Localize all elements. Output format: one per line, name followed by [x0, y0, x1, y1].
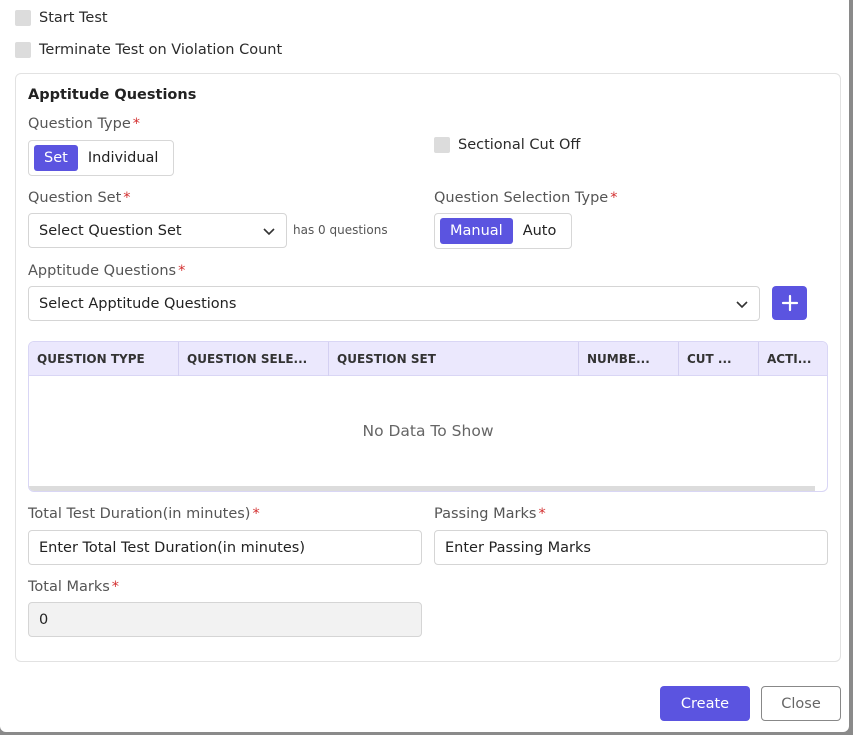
question-type-label: Question Type * — [28, 116, 140, 132]
column-header-action[interactable]: ACTI... — [759, 342, 827, 376]
question-type-toggle: Set Individual — [28, 140, 175, 176]
column-header-cut-off[interactable]: CUT ... — [679, 342, 759, 376]
plus-icon — [781, 294, 798, 312]
empty-table-message: No Data To Show — [362, 422, 494, 440]
selection-auto-option[interactable]: Auto — [513, 218, 567, 244]
create-button[interactable]: Create — [660, 686, 750, 721]
total-marks-value: 0 — [39, 611, 49, 628]
passing-marks-label: Passing Marks * — [434, 506, 546, 522]
terminate-test-option[interactable]: Terminate Test on Violation Count — [15, 42, 282, 58]
required-mark: * — [610, 190, 618, 206]
total-marks-label: Total Marks * — [28, 579, 119, 595]
required-mark: * — [132, 116, 141, 132]
questions-table: QUESTION TYPE QUESTION SELE... QUESTION … — [28, 341, 828, 492]
required-mark: * — [111, 579, 120, 595]
question-selection-type-label-text: Question Selection Type — [434, 190, 609, 206]
passing-marks-placeholder: Enter Passing Marks — [445, 539, 591, 556]
passing-marks-label-text: Passing Marks — [434, 506, 537, 522]
apptitude-questions-select[interactable]: Select Apptitude Questions — [28, 286, 760, 321]
sectional-cut-off-option[interactable]: Sectional Cut Off — [434, 137, 580, 153]
create-test-modal: Start Test Terminate Test on Violation C… — [0, 0, 849, 732]
selection-manual-option[interactable]: Manual — [440, 218, 513, 244]
question-set-value: Select Question Set — [39, 222, 182, 239]
question-selection-type-label: Question Selection Type * — [434, 190, 617, 206]
sectional-cut-off-label: Sectional Cut Off — [458, 137, 581, 153]
column-header-question-type[interactable]: QUESTION TYPE — [29, 342, 179, 376]
question-set-label-text: Question Set — [28, 190, 122, 206]
required-mark: * — [538, 506, 546, 522]
start-test-checkbox[interactable] — [15, 10, 31, 26]
required-mark: * — [123, 190, 131, 206]
column-header-question-selection[interactable]: QUESTION SELE... — [179, 342, 329, 376]
total-marks-field: 0 — [28, 602, 422, 637]
total-duration-input[interactable]: Enter Total Test Duration(in minutes) — [28, 530, 422, 565]
card-title: Apptitude Questions — [28, 87, 197, 103]
question-type-label-text: Question Type — [28, 116, 131, 132]
start-test-option[interactable]: Start Test — [15, 10, 108, 26]
question-type-set-option[interactable]: Set — [34, 145, 78, 171]
close-button[interactable]: Close — [761, 686, 841, 721]
sectional-cut-off-checkbox[interactable] — [434, 137, 450, 153]
total-duration-placeholder: Enter Total Test Duration(in minutes) — [39, 539, 305, 556]
total-duration-label: Total Test Duration(in minutes) * — [28, 506, 260, 522]
table-header: QUESTION TYPE QUESTION SELE... QUESTION … — [29, 342, 827, 376]
question-set-select[interactable]: Select Question Set — [28, 213, 287, 248]
start-test-label: Start Test — [39, 10, 108, 26]
total-duration-label-text: Total Test Duration(in minutes) — [28, 506, 251, 522]
terminate-test-label: Terminate Test on Violation Count — [39, 42, 283, 58]
total-marks-label-text: Total Marks — [28, 579, 110, 595]
chevron-down-icon — [263, 227, 275, 235]
apptitude-questions-label: Apptitude Questions * — [28, 263, 185, 279]
column-header-question-set[interactable]: QUESTION SET — [329, 342, 579, 376]
question-count-hint: has 0 questions — [293, 223, 388, 237]
chevron-down-icon — [736, 300, 748, 308]
apptitude-questions-card: Apptitude Questions Question Type * Set I… — [15, 73, 841, 662]
required-mark: * — [252, 506, 260, 522]
question-selection-type-toggle: Manual Auto — [434, 213, 573, 249]
question-type-individual-option[interactable]: Individual — [78, 145, 169, 171]
passing-marks-input[interactable]: Enter Passing Marks — [434, 530, 828, 565]
required-mark: * — [178, 263, 186, 279]
column-header-number[interactable]: NUMBE... — [579, 342, 679, 376]
add-question-button[interactable] — [772, 286, 807, 320]
terminate-test-checkbox[interactable] — [15, 42, 31, 58]
horizontal-scrollbar[interactable] — [29, 486, 815, 491]
question-set-label: Question Set * — [28, 190, 131, 206]
apptitude-questions-label-text: Apptitude Questions — [28, 263, 177, 279]
apptitude-questions-value: Select Apptitude Questions — [39, 295, 237, 312]
